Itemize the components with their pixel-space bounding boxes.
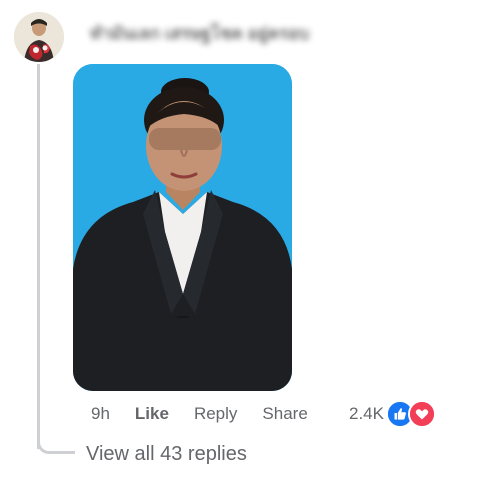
reactions-summary[interactable]: 2.4K: [349, 400, 436, 428]
comment-author-name[interactable]: ทำมันเลก เสรษฐโชค อยู่ครอบ: [90, 22, 309, 44]
portrait-image: [73, 64, 292, 391]
comment-actions: 9h Like Reply Share: [91, 402, 333, 426]
thread-connector-elbow: [37, 440, 75, 454]
comment-photo[interactable]: [73, 64, 292, 391]
thread-connector-line: [37, 64, 40, 449]
reaction-count: 2.4K: [349, 404, 384, 423]
love-reaction-icon: [407, 400, 436, 428]
reply-button[interactable]: Reply: [194, 404, 237, 424]
like-button[interactable]: Like: [135, 404, 169, 424]
avatar[interactable]: [14, 12, 64, 62]
comment-timestamp[interactable]: 9h: [91, 404, 110, 424]
view-all-replies-link[interactable]: View all 43 replies: [86, 443, 247, 469]
share-button[interactable]: Share: [262, 404, 307, 424]
profile-avatar-image: [14, 12, 64, 62]
